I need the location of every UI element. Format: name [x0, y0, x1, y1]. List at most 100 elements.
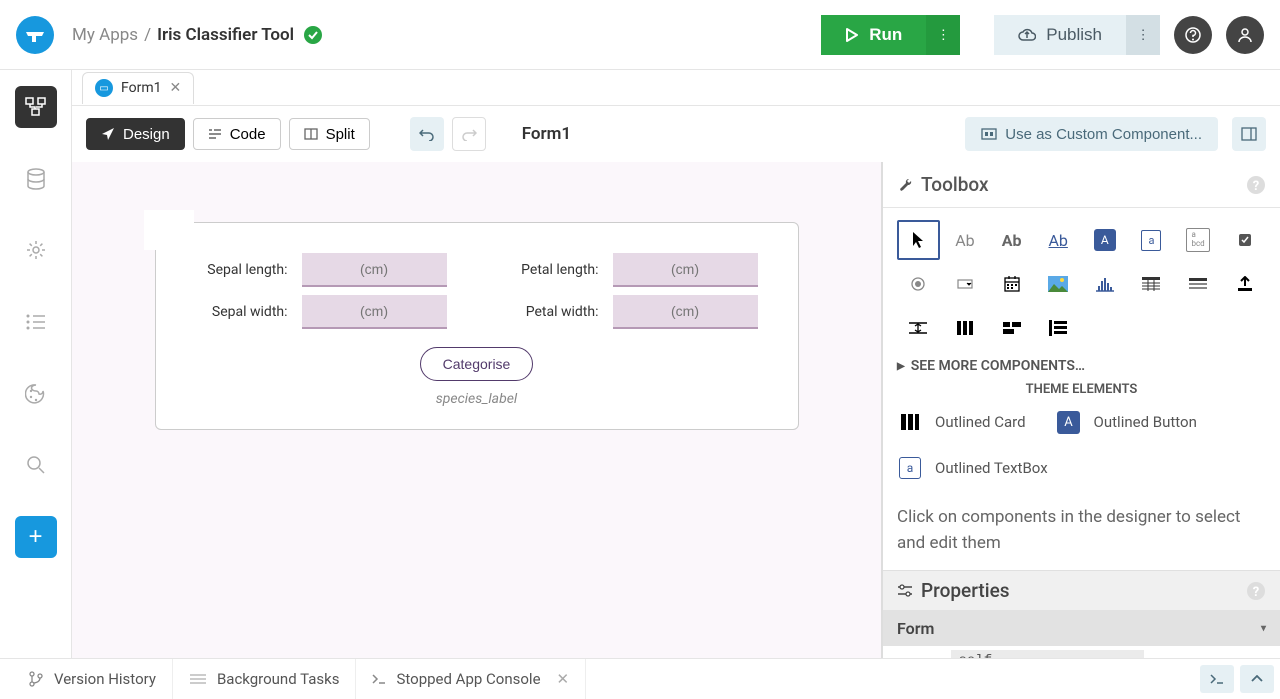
- console-icon: [372, 673, 386, 685]
- toolbox-plot[interactable]: [1084, 264, 1127, 304]
- layout-icon: [1241, 127, 1257, 141]
- see-more-components[interactable]: ▶ SEE MORE COMPONENTS…: [883, 352, 1280, 380]
- theme-elements-header: THEME ELEMENTS: [883, 380, 1280, 399]
- form-card[interactable]: Sepal length: Petal length: Sepal width:: [155, 222, 799, 430]
- layout-toggle-button[interactable]: [1232, 117, 1266, 151]
- categorise-button[interactable]: Categorise: [420, 347, 534, 381]
- rail-database[interactable]: [15, 158, 57, 200]
- branch-icon: [28, 671, 44, 687]
- redo-icon: [461, 127, 477, 141]
- collapse-button[interactable]: [1240, 665, 1274, 693]
- petal-length-input[interactable]: [613, 253, 758, 287]
- petal-length-label: Petal length:: [521, 262, 598, 278]
- rail-app-browser[interactable]: [15, 86, 57, 128]
- toolbox-pointer[interactable]: [897, 220, 940, 260]
- theme-outlined-button[interactable]: A Outlined Button: [1056, 409, 1197, 435]
- hint-text: Click on components in the designer to s…: [883, 491, 1280, 570]
- code-button[interactable]: Code: [193, 118, 281, 150]
- toolbox-fileloader[interactable]: [1223, 264, 1266, 304]
- toolbox-checkbox[interactable]: [1223, 220, 1266, 260]
- breadcrumb-myapps[interactable]: My Apps: [72, 25, 138, 45]
- toolbox-column-panel[interactable]: [944, 308, 987, 348]
- send-icon: [101, 127, 115, 141]
- form-icon: ▭: [95, 79, 113, 97]
- rail-settings[interactable]: [15, 229, 57, 271]
- console-open-button[interactable]: [1200, 665, 1234, 693]
- toolbox-textbox[interactable]: a: [1130, 220, 1173, 260]
- toolbox-datepicker[interactable]: [990, 264, 1033, 304]
- rail-list[interactable]: [15, 301, 57, 343]
- breadcrumb: My Apps / Iris Classifier Tool: [72, 25, 294, 45]
- toolbox-dropdown[interactable]: [944, 264, 987, 304]
- form-name-label: Form1: [522, 124, 571, 144]
- sepal-width-label: Sepal width:: [212, 304, 288, 320]
- saved-check-icon: [304, 26, 322, 44]
- theme-outlined-card[interactable]: Outlined Card: [897, 409, 1026, 435]
- help-button[interactable]: [1174, 16, 1212, 54]
- toolbox-button[interactable]: A: [1084, 220, 1127, 260]
- petal-width-input[interactable]: [613, 295, 758, 329]
- undo-button[interactable]: [410, 117, 444, 151]
- sliders-icon: [897, 584, 913, 598]
- prop-name-label: name: [897, 652, 935, 658]
- split-button[interactable]: Split: [289, 118, 370, 150]
- sepal-length-label: Sepal length:: [207, 262, 287, 278]
- properties-header: Properties ?: [883, 570, 1280, 610]
- toolbox-linear-panel[interactable]: [1037, 308, 1080, 348]
- rail-add-button[interactable]: +: [15, 516, 57, 558]
- toolbox-image[interactable]: [1037, 264, 1080, 304]
- sepal-length-input[interactable]: [302, 253, 447, 287]
- version-history-tab[interactable]: Version History: [12, 659, 173, 699]
- tasks-icon: [189, 673, 207, 685]
- sepal-width-input[interactable]: [302, 295, 447, 329]
- user-button[interactable]: [1226, 16, 1264, 54]
- tree-icon: [25, 96, 47, 118]
- help-icon: [1184, 26, 1202, 44]
- close-icon[interactable]: ✕: [169, 80, 181, 96]
- toolbox-header: Toolbox ?: [883, 162, 1280, 208]
- gear-icon: [25, 239, 47, 261]
- toolbox-repeating-panel[interactable]: [1177, 264, 1220, 304]
- publish-menu-button[interactable]: ⋮: [1126, 15, 1160, 55]
- svg-text:?: ?: [1253, 179, 1259, 194]
- toolbox-spacer[interactable]: [897, 308, 940, 348]
- background-tasks-tab[interactable]: Background Tasks: [173, 659, 357, 699]
- tab-label: Form1: [121, 80, 161, 96]
- palette-icon: [25, 383, 47, 405]
- petal-width-label: Petal width:: [526, 304, 599, 320]
- component-icon: [981, 127, 997, 141]
- help-icon[interactable]: ?: [1246, 175, 1266, 195]
- cloud-icon: [1018, 28, 1036, 42]
- play-icon: [845, 28, 859, 42]
- toolbox-textarea[interactable]: abcd: [1177, 220, 1220, 260]
- toolbox-radio[interactable]: [897, 264, 940, 304]
- publish-button[interactable]: Publish: [994, 15, 1126, 55]
- use-custom-component-button[interactable]: Use as Custom Component...: [965, 117, 1218, 151]
- run-menu-button[interactable]: ⋮: [926, 15, 960, 55]
- rail-theme[interactable]: [15, 373, 57, 415]
- tab-form1[interactable]: ▭ Form1 ✕: [82, 72, 194, 104]
- close-icon[interactable]: ✕: [557, 670, 570, 688]
- user-icon: [1236, 26, 1254, 44]
- species-label: species_label: [196, 391, 758, 407]
- properties-form-section[interactable]: Form: [883, 610, 1280, 646]
- prop-name-input[interactable]: [951, 650, 1144, 658]
- wrench-icon: [897, 177, 913, 193]
- help-icon[interactable]: ?: [1246, 581, 1266, 601]
- toolbox-flow-panel[interactable]: [990, 308, 1033, 348]
- code-icon: [208, 128, 222, 140]
- database-icon: [26, 168, 46, 190]
- svg-text:?: ?: [1253, 585, 1259, 600]
- theme-outlined-textbox[interactable]: a Outlined TextBox: [897, 455, 1048, 481]
- design-button[interactable]: Design: [86, 118, 185, 150]
- toolbox-link[interactable]: Ab: [1037, 220, 1080, 260]
- rail-search[interactable]: [15, 445, 57, 487]
- stopped-console-tab[interactable]: Stopped App Console ✕: [356, 659, 586, 699]
- anvil-logo[interactable]: [16, 16, 54, 54]
- toolbox-label[interactable]: Ab: [944, 220, 987, 260]
- toolbox-datagrid[interactable]: [1130, 264, 1173, 304]
- toolbox-label-bold[interactable]: Ab: [990, 220, 1033, 260]
- search-icon: [26, 455, 46, 475]
- redo-button[interactable]: [452, 117, 486, 151]
- run-button[interactable]: Run: [821, 15, 926, 55]
